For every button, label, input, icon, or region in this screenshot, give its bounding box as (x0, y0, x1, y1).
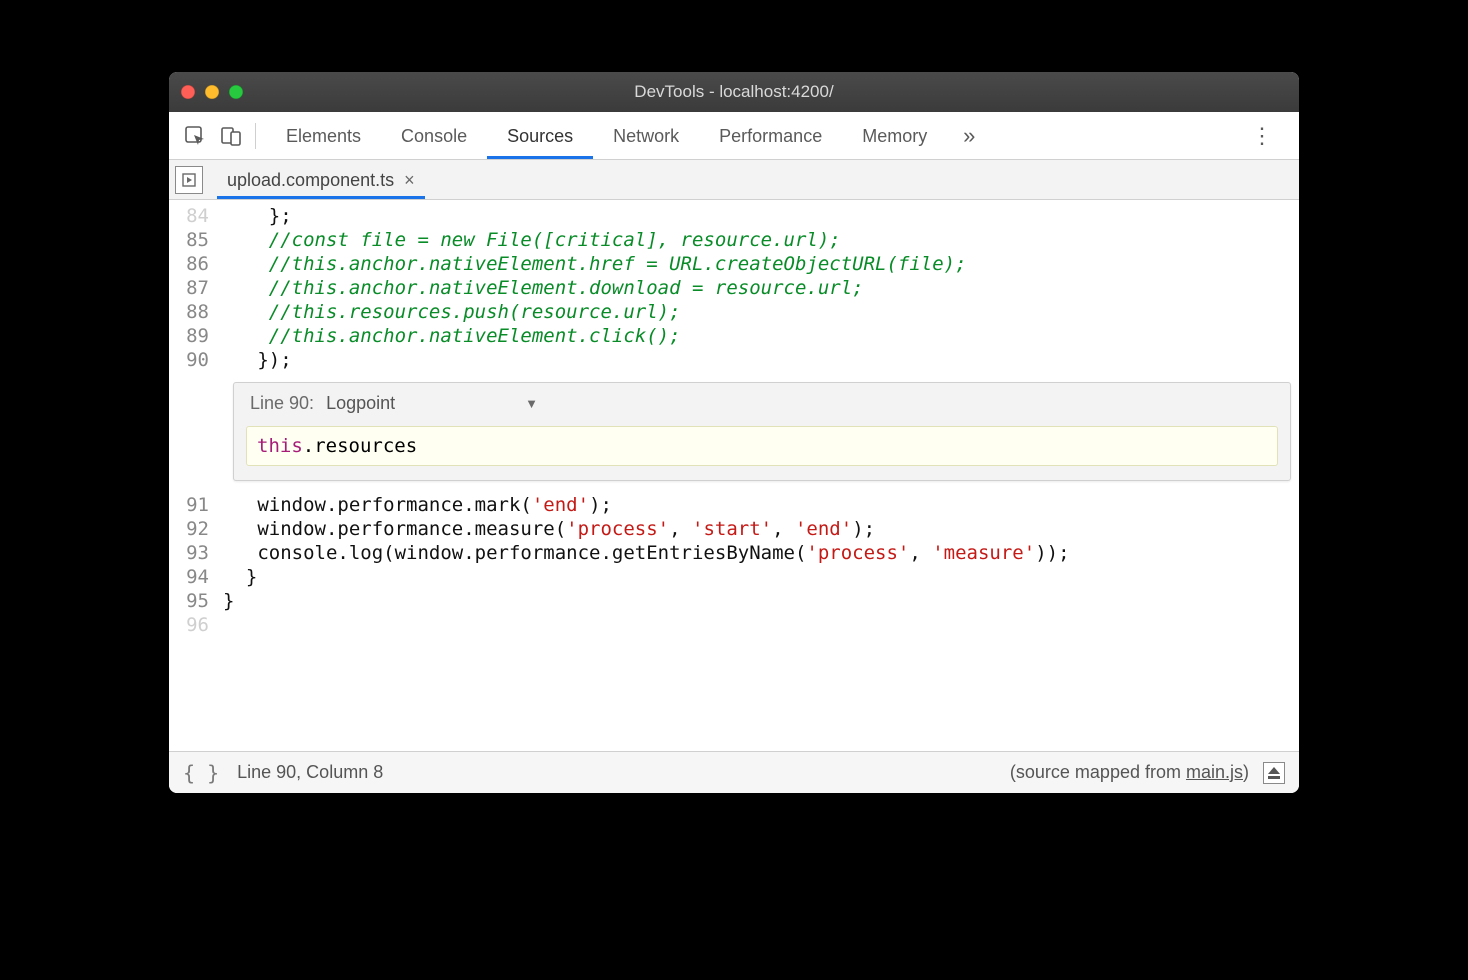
tab-performance[interactable]: Performance (699, 114, 842, 158)
device-toolbar-icon[interactable] (213, 118, 249, 154)
zoom-window-button[interactable] (229, 85, 243, 99)
close-tab-icon[interactable]: × (404, 170, 415, 191)
code-line[interactable]: }); (223, 348, 1299, 372)
line-gutter[interactable]: 84858687888990 (169, 200, 217, 376)
window-title: DevTools - localhost:4200/ (169, 82, 1299, 102)
breakpoint-type-select[interactable]: Logpoint ▼ (326, 393, 538, 414)
code-line[interactable]: } (223, 565, 1299, 589)
code-area[interactable]: }; //const file = new File([critical], r… (217, 200, 1299, 376)
line-number[interactable]: 90 (169, 348, 209, 372)
tab-memory[interactable]: Memory (842, 114, 947, 158)
devtools-toolbar: ElementsConsoleSourcesNetworkPerformance… (169, 112, 1299, 160)
line-number[interactable]: 85 (169, 228, 209, 252)
line-gutter[interactable]: 919293949596 (169, 489, 217, 641)
minimize-window-button[interactable] (205, 85, 219, 99)
line-number[interactable]: 89 (169, 324, 209, 348)
code-editor[interactable]: 919293949596 window.performance.mark('en… (169, 489, 1299, 641)
window-controls (181, 85, 243, 99)
line-number[interactable]: 88 (169, 300, 209, 324)
code-line[interactable]: //const file = new File([critical], reso… (223, 228, 1299, 252)
file-tab-bar: upload.component.ts × (169, 160, 1299, 200)
show-drawer-icon[interactable] (1263, 762, 1285, 784)
line-number[interactable]: 91 (169, 493, 209, 517)
code-line[interactable]: //this.anchor.nativeElement.href = URL.c… (223, 252, 1299, 276)
devtools-window: DevTools - localhost:4200/ ElementsConso… (169, 72, 1299, 793)
code-area[interactable]: window.performance.mark('end'); window.p… (217, 489, 1299, 641)
code-line[interactable]: }; (223, 204, 1299, 228)
tab-network[interactable]: Network (593, 114, 699, 158)
breakpoint-type-label: Logpoint (326, 393, 395, 414)
status-bar: { } Line 90, Column 8 (source mapped fro… (169, 751, 1299, 793)
code-editor[interactable]: 84858687888990 }; //const file = new Fil… (169, 200, 1299, 376)
logpoint-line-label: Line 90: (250, 393, 314, 414)
tab-console[interactable]: Console (381, 114, 487, 158)
code-line[interactable]: //this.anchor.nativeElement.click(); (223, 324, 1299, 348)
cursor-position: Line 90, Column 8 (237, 762, 383, 783)
expr-rest: .resources (303, 435, 417, 457)
line-number[interactable]: 93 (169, 541, 209, 565)
source-map-info: (source mapped from main.js) (1010, 762, 1249, 783)
logpoint-expression-input[interactable]: this.resources (246, 426, 1278, 466)
titlebar: DevTools - localhost:4200/ (169, 72, 1299, 112)
code-line[interactable]: window.performance.mark('end'); (223, 493, 1299, 517)
pretty-print-icon[interactable]: { } (183, 761, 219, 785)
file-tab-label: upload.component.ts (227, 170, 394, 191)
navigator-toggle-icon[interactable] (175, 166, 203, 194)
code-line[interactable]: //this.anchor.nativeElement.download = r… (223, 276, 1299, 300)
kebab-menu-icon[interactable]: ⋮ (1245, 118, 1281, 154)
line-number[interactable]: 92 (169, 517, 209, 541)
code-line[interactable]: } (223, 589, 1299, 613)
code-line[interactable]: console.log(window.performance.getEntrie… (223, 541, 1299, 565)
code-line[interactable]: //this.resources.push(resource.url); (223, 300, 1299, 324)
line-number[interactable]: 96 (169, 613, 209, 637)
line-number[interactable]: 87 (169, 276, 209, 300)
logpoint-panel: Line 90: Logpoint ▼ this.resources (233, 382, 1291, 481)
inspect-element-icon[interactable] (177, 118, 213, 154)
source-map-link[interactable]: main.js (1186, 762, 1243, 782)
file-tab[interactable]: upload.component.ts × (217, 162, 425, 198)
line-number[interactable]: 94 (169, 565, 209, 589)
tab-elements[interactable]: Elements (266, 114, 381, 158)
separator (255, 123, 256, 149)
line-number[interactable]: 84 (169, 204, 209, 228)
expr-keyword: this (257, 435, 303, 457)
chevron-down-icon: ▼ (525, 396, 538, 411)
panel-tabs: ElementsConsoleSourcesNetworkPerformance… (266, 114, 947, 158)
code-line[interactable] (223, 613, 1299, 637)
more-panels-icon[interactable]: » (951, 118, 987, 154)
code-line[interactable]: window.performance.measure('process', 's… (223, 517, 1299, 541)
line-number[interactable]: 95 (169, 589, 209, 613)
line-number[interactable]: 86 (169, 252, 209, 276)
close-window-button[interactable] (181, 85, 195, 99)
tab-sources[interactable]: Sources (487, 114, 593, 158)
